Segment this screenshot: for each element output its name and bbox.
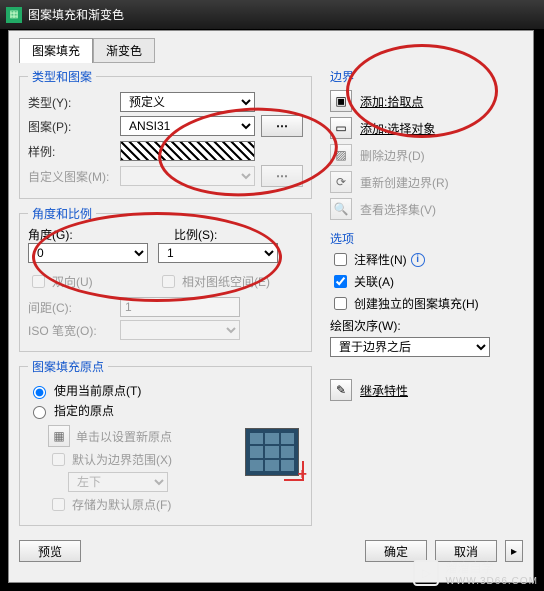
link-recreate-boundary: 重新创建边界(R) <box>360 174 449 191</box>
label-custom-pattern: 自定义图案(M): <box>28 168 114 185</box>
link-inherit[interactable]: 继承特性 <box>360 382 408 399</box>
check-double <box>32 275 45 288</box>
label-type: 类型(Y): <box>28 94 114 111</box>
input-spacing <box>120 297 240 317</box>
custom-browse-button <box>261 165 303 187</box>
select-angle[interactable]: 0 <box>28 243 148 263</box>
remove-boundary-icon: ▨ <box>330 144 352 166</box>
check-assoc[interactable] <box>334 275 347 288</box>
info-icon[interactable]: i <box>411 253 425 267</box>
inherit-icon[interactable]: ✎ <box>330 379 352 401</box>
label-rel-paper: 相对图纸空间(E) <box>182 273 270 290</box>
label-annotative: 注释性(N) <box>354 251 407 268</box>
tab-hatch[interactable]: 图案填充 <box>19 38 93 63</box>
select-pattern[interactable]: ANSI31 <box>120 116 255 136</box>
check-store-default <box>52 498 65 511</box>
label-specified: 指定的原点 <box>54 402 114 419</box>
legend-options: 选项 <box>330 230 523 247</box>
label-assoc: 关联(A) <box>354 273 394 290</box>
tab-strip: 图案填充 渐变色 <box>19 37 523 62</box>
label-store-default: 存储为默认原点(F) <box>72 496 171 513</box>
legend-boundary: 边界 <box>330 68 523 85</box>
watermark-sub: WWW.3D66.COM <box>445 576 538 587</box>
view-selection-icon: 🔍 <box>330 198 352 220</box>
link-view-selection: 查看选择集(V) <box>360 201 436 218</box>
select-draw-order[interactable]: 置于边界之后 <box>330 337 490 357</box>
origin-preview: + <box>245 428 299 476</box>
radio-specified[interactable] <box>33 406 46 419</box>
label-double: 双向(U) <box>52 273 93 290</box>
label-sample: 样例: <box>28 143 114 160</box>
app-icon: ▦ <box>6 7 22 23</box>
link-select-objects[interactable]: 添加:选择对象 <box>360 120 435 137</box>
check-annotative[interactable] <box>334 253 347 266</box>
window-title: 图案填充和渐变色 <box>28 6 538 23</box>
recreate-boundary-icon: ⟳ <box>330 171 352 193</box>
label-scale: 比例(S): <box>174 226 294 243</box>
link-remove-boundary: 删除边界(D) <box>360 147 425 164</box>
legend-origin: 图案填充原点 <box>28 358 108 375</box>
legend-angle-scale: 角度和比例 <box>28 205 96 222</box>
link-pick-point[interactable]: 添加:拾取点 <box>360 93 423 110</box>
label-click-set: 单击以设置新原点 <box>76 428 172 445</box>
select-type[interactable]: 预定义 <box>120 92 255 112</box>
group-angle-scale: 角度和比例 角度(G): 比例(S): 0 1 双向(U) 相对图纸空间(E) … <box>19 205 312 352</box>
select-custom-pattern <box>120 166 255 186</box>
select-scale[interactable]: 1 <box>158 243 278 263</box>
legend-type-pattern: 类型和图案 <box>28 68 96 85</box>
label-angle: 角度(G): <box>28 226 148 243</box>
title-bar: ▦ 图案填充和渐变色 <box>0 0 544 30</box>
group-origin: 图案填充原点 使用当前原点(T) 指定的原点 ▦ 单击以设置新原点 默认为边界范… <box>19 358 312 526</box>
group-type-pattern: 类型和图案 类型(Y): 预定义 图案(P): ANSI31 样例: 自定义图案… <box>19 68 312 199</box>
play-icon: ▷ <box>413 560 439 586</box>
select-origin-pos: 左下 <box>68 472 168 492</box>
label-pattern: 图案(P): <box>28 118 114 135</box>
select-iso-pen <box>120 320 240 340</box>
radio-use-current[interactable] <box>33 386 46 399</box>
select-objects-icon[interactable]: ▭ <box>330 117 352 139</box>
label-spacing: 间距(C): <box>28 299 114 316</box>
tab-gradient[interactable]: 渐变色 <box>93 38 155 63</box>
label-default-extent: 默认为边界范围(X) <box>72 451 172 468</box>
pick-point-icon[interactable]: ▣ <box>330 90 352 112</box>
pattern-browse-button[interactable] <box>261 115 303 137</box>
check-rel-paper <box>162 275 175 288</box>
label-use-current: 使用当前原点(T) <box>54 382 141 399</box>
pick-origin-icon: ▦ <box>48 425 70 447</box>
check-default-extent <box>52 453 65 466</box>
preview-button[interactable]: 预览 <box>19 540 81 562</box>
label-iso-pen: ISO 笔宽(O): <box>28 322 114 339</box>
dialog-body: 图案填充 渐变色 类型和图案 类型(Y): 预定义 图案(P): ANSI31 … <box>8 30 534 583</box>
sample-swatch[interactable] <box>120 141 255 161</box>
label-draw-order: 绘图次序(W): <box>330 317 523 334</box>
label-independent: 创建独立的图案填充(H) <box>354 295 479 312</box>
watermark: ▷ 溜溜自学 WWW.3D66.COM <box>413 559 538 587</box>
watermark-brand: 溜溜自学 <box>445 561 493 575</box>
check-independent[interactable] <box>334 297 347 310</box>
